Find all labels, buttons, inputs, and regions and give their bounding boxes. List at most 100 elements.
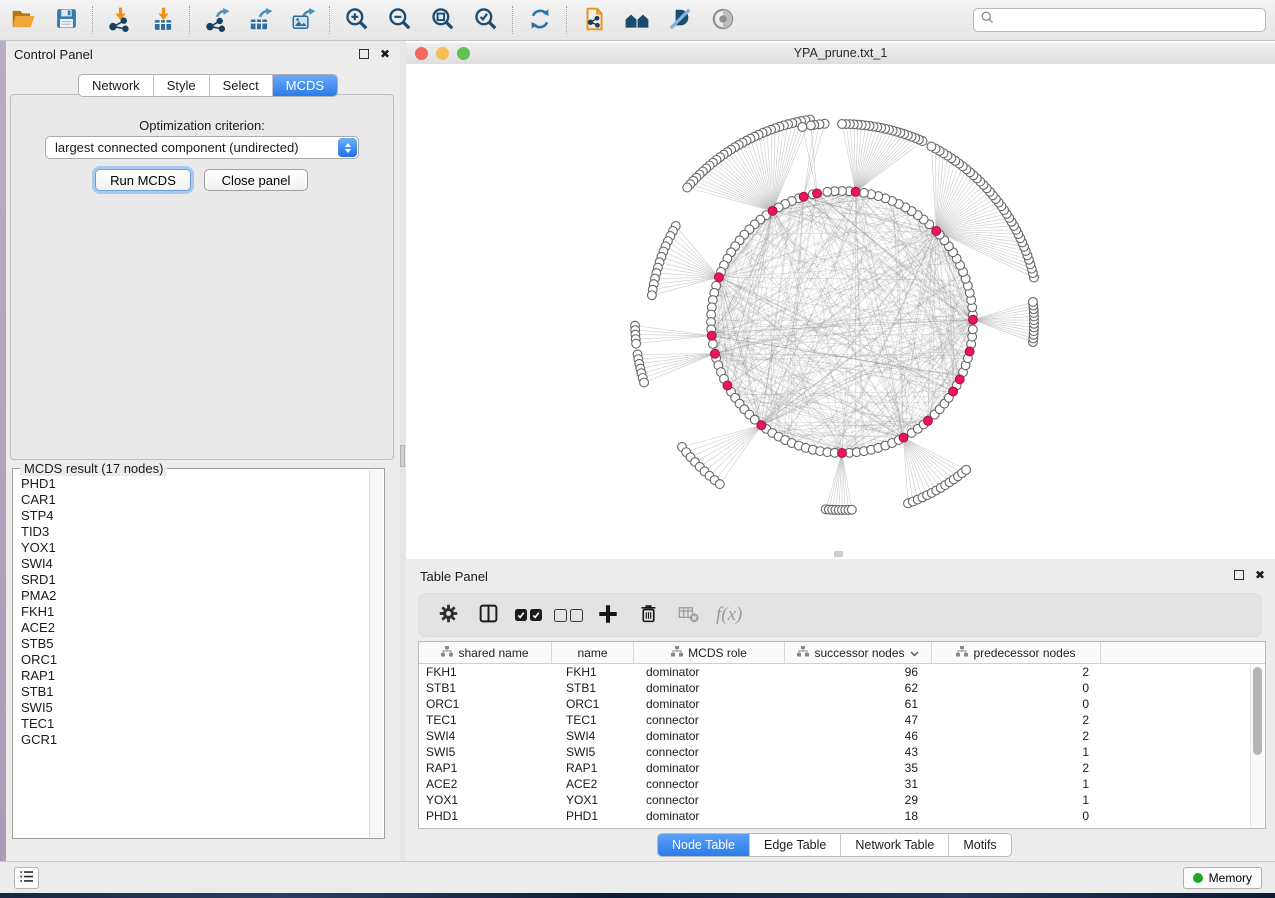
mcds-result-item[interactable]: STP4 (21, 508, 369, 524)
delete-column-button[interactable] (636, 603, 660, 627)
network-window-titlebar[interactable]: YPA_prune.txt_1 (406, 43, 1275, 65)
table-row[interactable]: RAP1RAP1dominator352 (419, 760, 1251, 776)
window-minimize-button[interactable] (436, 47, 449, 60)
float-panel-icon[interactable] (359, 49, 369, 59)
table-scrollbar[interactable] (1250, 664, 1264, 827)
mcds-result-item[interactable]: FKH1 (21, 604, 369, 620)
mcds-result-item[interactable]: SWI4 (21, 556, 369, 572)
select-all-button[interactable] (516, 603, 540, 627)
save-session-button[interactable] (52, 6, 80, 34)
search-input[interactable] (999, 12, 1259, 29)
dominator-node[interactable] (932, 227, 941, 236)
mcds-result-item[interactable]: SWI5 (21, 700, 369, 716)
zoom-fit-button[interactable] (429, 6, 457, 34)
export-table-button[interactable] (246, 6, 274, 34)
tab-network-table[interactable]: Network Table (841, 834, 949, 856)
add-column-button[interactable] (596, 603, 620, 627)
dominator-node[interactable] (710, 349, 719, 358)
close-panel-icon[interactable]: ✖ (380, 49, 390, 59)
mcds-result-item[interactable]: CAR1 (21, 492, 369, 508)
mcds-result-item[interactable]: PHD1 (21, 476, 369, 492)
dominator-node[interactable] (799, 192, 808, 201)
dominator-node[interactable] (851, 187, 860, 196)
column-header-mcds-role[interactable]: MCDS role (634, 642, 785, 663)
dominator-node[interactable] (813, 189, 822, 198)
dominator-node[interactable] (707, 331, 716, 340)
mcds-result-item[interactable]: STB5 (21, 636, 369, 652)
dominator-node[interactable] (757, 421, 766, 430)
close-panel-icon[interactable]: ✖ (1255, 570, 1265, 580)
mcds-result-item[interactable]: TEC1 (21, 716, 369, 732)
column-header-successor-nodes[interactable]: successor nodes (785, 642, 932, 663)
table-row[interactable]: SWI5SWI5connector431 (419, 744, 1251, 760)
show-graphics-details-button[interactable] (709, 6, 737, 34)
dominator-node[interactable] (838, 449, 847, 458)
table-settings-button[interactable] (436, 603, 460, 627)
splitter-handle[interactable] (400, 445, 405, 467)
window-maximize-button[interactable] (457, 47, 470, 60)
tab-network[interactable]: Network (79, 75, 154, 96)
show-columns-button[interactable] (476, 603, 500, 627)
mcds-result-item[interactable]: ORC1 (21, 652, 369, 668)
table-row[interactable]: ACE2ACE2connector311 (419, 776, 1251, 792)
zoom-in-button[interactable] (343, 6, 371, 34)
window-close-button[interactable] (415, 47, 428, 60)
close-panel-button[interactable]: Close panel (204, 169, 308, 191)
column-header-shared-name[interactable]: shared name (419, 642, 552, 663)
open-file-button[interactable] (9, 6, 37, 34)
export-network-button[interactable] (203, 6, 231, 34)
search-box[interactable] (973, 8, 1266, 32)
dominator-node[interactable] (723, 381, 732, 390)
table-row[interactable]: STB1STB1dominator620 (419, 680, 1251, 696)
horizontal-splitter-handle[interactable] (834, 551, 843, 557)
mcds-result-item[interactable]: PMA2 (21, 588, 369, 604)
mcds-result-item[interactable]: STB1 (21, 684, 369, 700)
run-mcds-button[interactable]: Run MCDS (95, 169, 191, 191)
dominator-node[interactable] (768, 207, 777, 216)
dominator-node[interactable] (715, 273, 724, 282)
search-network-button[interactable] (623, 6, 651, 34)
table-row[interactable]: PHD1PHD1dominator180 (419, 808, 1251, 824)
dominator-node[interactable] (949, 387, 958, 396)
table-scrollbar-thumb[interactable] (1253, 667, 1262, 755)
mcds-result-item[interactable]: GCR1 (21, 732, 369, 748)
table-row[interactable]: FKH1FKH1dominator962 (419, 664, 1251, 680)
deselect-all-button[interactable] (556, 603, 580, 627)
dominator-node[interactable] (965, 347, 974, 356)
mcds-result-item[interactable]: SRD1 (21, 572, 369, 588)
tab-mcds[interactable]: MCDS (273, 75, 337, 96)
task-history-button[interactable] (14, 867, 39, 889)
column-header-name[interactable]: name (552, 642, 634, 663)
zoom-selected-button[interactable] (472, 6, 500, 34)
dominator-node[interactable] (955, 375, 964, 384)
export-image-button[interactable] (289, 6, 317, 34)
refresh-button[interactable] (526, 6, 554, 34)
share-document-button[interactable] (580, 6, 608, 34)
mcds-result-item[interactable]: YOX1 (21, 540, 369, 556)
tab-motifs[interactable]: Motifs (949, 834, 1010, 856)
tab-node-table[interactable]: Node Table (658, 834, 750, 856)
tab-style[interactable]: Style (154, 75, 210, 96)
tab-edge-table[interactable]: Edge Table (750, 834, 841, 856)
import-table-button[interactable] (149, 6, 177, 34)
mcds-result-item[interactable]: ACE2 (21, 620, 369, 636)
table-row[interactable]: YOX1YOX1connector291 (419, 792, 1251, 808)
mcds-result-scrollbar[interactable] (369, 470, 383, 837)
import-network-button[interactable] (106, 6, 134, 34)
table-row[interactable]: ORC1ORC1dominator610 (419, 696, 1251, 712)
table-row[interactable]: TEC1TEC1connector472 (419, 712, 1251, 728)
mcds-result-item[interactable]: RAP1 (21, 668, 369, 684)
zoom-out-button[interactable] (386, 6, 414, 34)
float-panel-icon[interactable] (1234, 570, 1244, 580)
dominator-node[interactable] (924, 416, 933, 425)
memory-button[interactable]: Memory (1183, 867, 1262, 889)
column-header-predecessor-nodes[interactable]: predecessor nodes (932, 642, 1101, 663)
tab-select[interactable]: Select (210, 75, 273, 96)
mcds-result-item[interactable]: TID3 (21, 524, 369, 540)
network-canvas[interactable] (406, 64, 1275, 559)
optimization-criterion-select[interactable]: largest connected component (undirected) (45, 136, 359, 159)
table-row[interactable]: SWI4SWI4dominator462 (419, 728, 1251, 744)
dominator-node[interactable] (899, 433, 908, 442)
dominator-node[interactable] (969, 315, 978, 324)
hide-graphics-details-button[interactable] (666, 6, 694, 34)
